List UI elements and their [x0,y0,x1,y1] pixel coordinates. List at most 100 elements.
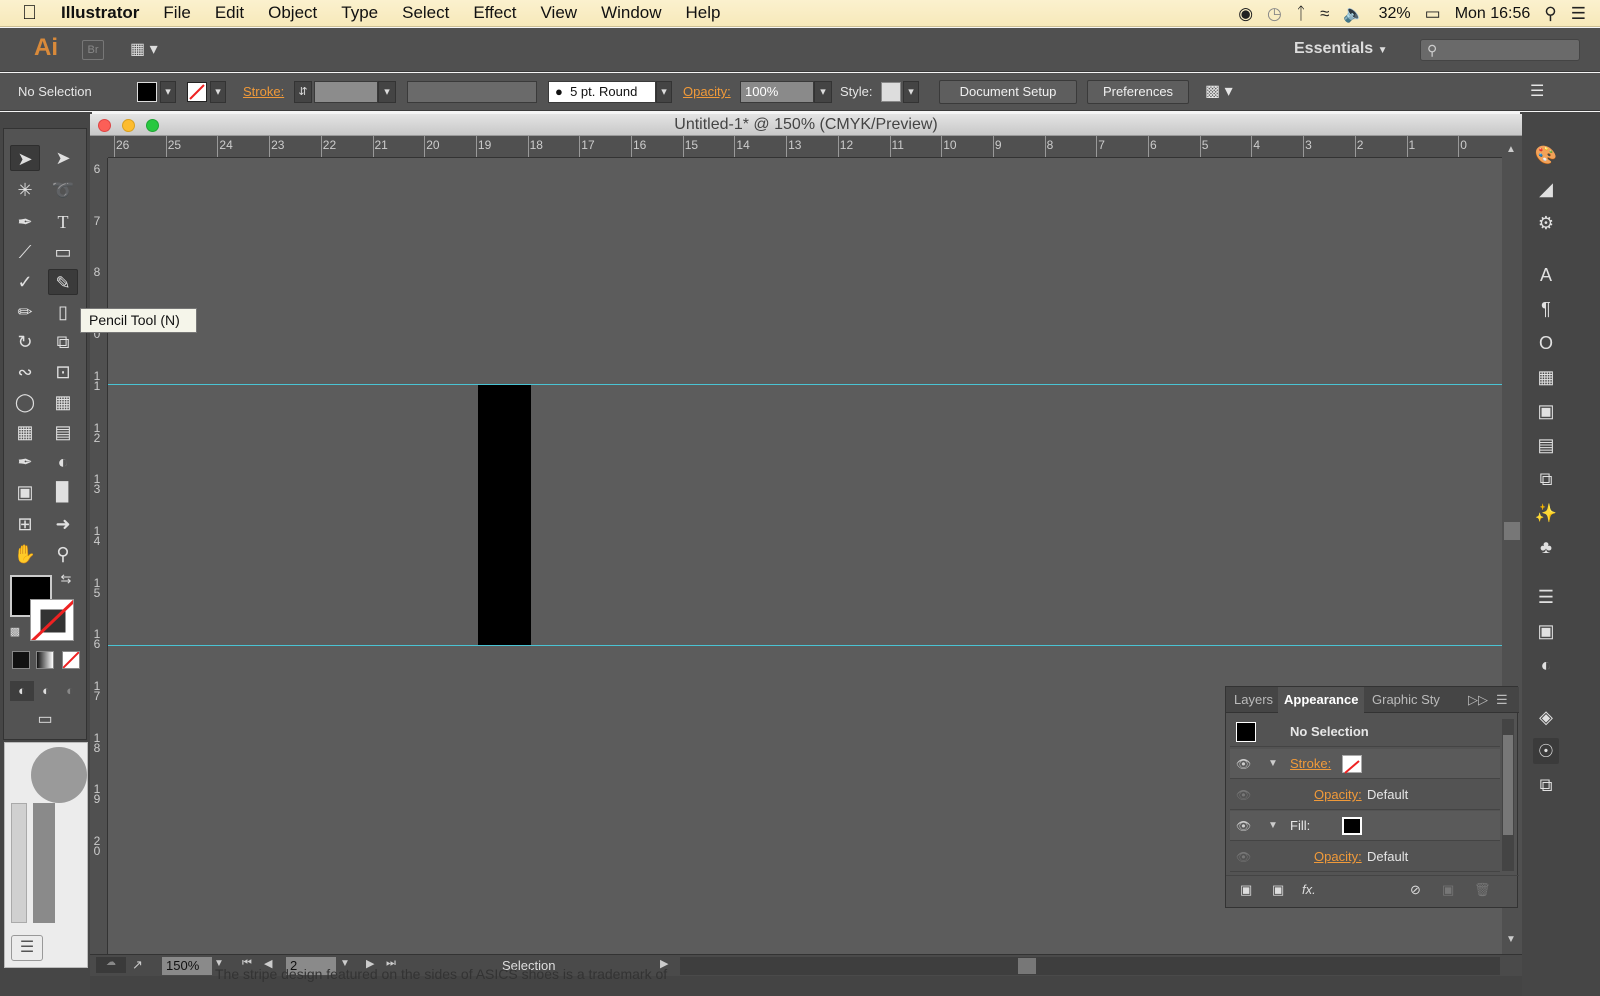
draw-behind-icon[interactable]: ◐ [34,681,58,701]
direct-selection-tool-icon[interactable]: ➤ [48,145,78,171]
apple-menu-icon[interactable]:  [0,2,49,25]
visibility-eye-icon[interactable]: 👁 [1236,749,1256,779]
fill-dropdown[interactable]: ▾ [160,81,176,103]
horizontal-guide[interactable] [108,384,1502,385]
opentype-icon[interactable]: O [1533,330,1559,356]
stroke-dropdown[interactable]: ▾ [210,81,226,103]
graphic-style-swatch[interactable] [881,82,901,102]
default-colors-icon[interactable]: ▩ [6,623,24,641]
pencil-tool-icon[interactable]: ✎ [48,269,78,295]
workspace-switcher[interactable]: Essentials ▼ [1294,40,1388,58]
hand-tool-icon[interactable]: ✋ [10,541,40,567]
tab-layers[interactable]: Layers [1234,687,1273,713]
panel-scroll-thumb[interactable] [1503,735,1513,835]
expand-panel-icon[interactable]: ▷▷ [1468,687,1488,713]
gradient-tool-icon[interactable]: ▤ [48,419,78,445]
panel-menu-icon[interactable]: ☰ [1530,82,1544,102]
disclosure-triangle-icon[interactable]: ▼ [1268,811,1278,841]
document-title-bar[interactable]: Untitled-1* @ 150% (CMYK/Preview) [90,114,1522,136]
free-transform-tool-icon[interactable]: ⊡ [48,359,78,385]
symbols-icon[interactable]: ♣ [1533,534,1559,560]
menu-help[interactable]: Help [674,3,733,23]
add-stroke-icon[interactable]: ▣ [1240,882,1252,898]
list-menu-icon[interactable]: ☰ [11,935,43,961]
draw-normal-icon[interactable]: ◐ [10,681,34,701]
rectangle-tool-icon[interactable]: ▭ [48,239,78,265]
stroke-weight-stepper[interactable]: ⇵ [294,81,312,103]
selection-tool-icon[interactable]: ➤ [10,145,40,171]
fill-label[interactable]: Fill: [1290,811,1310,841]
kuler-icon[interactable]: ⚙ [1533,210,1559,236]
fill-opacity-row[interactable]: 👁 Opacity: Default [1230,842,1500,872]
magic-wand-tool-icon[interactable]: ✳ [10,177,40,203]
bridge-button[interactable]: Br [82,40,104,60]
preferences-button[interactable]: Preferences [1087,80,1189,104]
isolate-icon[interactable]: ▩ ▾ [1205,82,1233,102]
close-window-button[interactable] [98,119,111,132]
scroll-up-icon[interactable]: ▲ [1506,144,1516,155]
character-icon[interactable]: A [1533,262,1559,288]
eyedropper-tool-icon[interactable]: ✒ [10,449,40,475]
color-guide-icon[interactable]: ◢ [1533,176,1559,202]
fill-black-swatch[interactable] [1342,817,1362,835]
document-setup-button[interactable]: Document Setup [939,80,1077,104]
stroke-panel-icon[interactable]: ☰ [1533,584,1559,610]
stroke-opacity-row[interactable]: 👁 Opacity: Default [1230,780,1500,810]
wifi-icon[interactable]: ≈ [1320,4,1329,24]
artboards-panel-icon[interactable]: ⧉ [1533,772,1559,798]
appearance-panel-icon[interactable]: ☉ [1533,738,1559,764]
column-graph-tool-icon[interactable]: ▉ [48,479,78,505]
fill-swatch[interactable] [137,82,157,102]
shape-builder-tool-icon[interactable]: ◯ [10,389,40,415]
transform-icon[interactable]: ▣ [1533,398,1559,424]
bluetooth-icon[interactable]: ᛏ [1296,4,1306,24]
spotlight-icon[interactable]: ⚲ [1544,4,1556,24]
scroll-down-icon[interactable]: ▼ [1506,934,1516,945]
color-mode-button[interactable] [12,651,30,669]
scale-tool-icon[interactable]: ⧉ [48,329,78,355]
line-tool-icon[interactable]: ⟋ [10,239,40,265]
h-scroll-thumb[interactable] [1018,958,1036,974]
panel-scrollbar[interactable] [1502,719,1514,871]
delete-item-icon[interactable]: 🗑 [1474,882,1491,898]
add-effect-icon[interactable]: fx. [1302,882,1316,897]
gradient-panel-icon[interactable]: ▣ [1533,618,1559,644]
style-dropdown[interactable]: ▾ [903,81,919,103]
minimize-window-button[interactable] [122,119,135,132]
symbol-sprayer-tool-icon[interactable]: ▣ [10,479,40,505]
eraser-tool-icon[interactable]: ▯ [48,299,78,325]
variable-width-profile[interactable] [407,81,537,103]
stroke-weight-field[interactable] [314,81,378,103]
stroke-color-swatch[interactable] [30,599,74,641]
transparency-icon[interactable]: ◐ [1533,652,1559,678]
stroke-swatch[interactable] [187,82,207,102]
clear-appearance-icon[interactable]: ⊘ [1410,882,1421,898]
zoom-tool-icon[interactable]: ⚲ [48,541,78,567]
blob-brush-tool-icon[interactable]: ✏ [10,299,40,325]
tab-graphic-styles[interactable]: Graphic Sty [1372,687,1446,713]
align-icon[interactable]: ▤ [1533,432,1559,458]
visibility-eye-icon[interactable]: 👁 [1236,842,1256,872]
mesh-tool-icon[interactable]: ▦ [10,419,40,445]
stroke-weight-dropdown[interactable]: ▾ [378,81,396,103]
horizontal-guide[interactable] [108,645,1502,646]
draw-inside-icon[interactable]: ◐ [58,681,82,701]
menu-edit[interactable]: Edit [203,3,256,23]
clock[interactable]: Mon 16:56 [1455,5,1531,23]
brushes-icon[interactable]: ✨ [1533,500,1559,526]
stroke-opacity-link[interactable]: Opacity: [1314,780,1362,810]
horizontal-ruler[interactable]: 26 25 24 23 22 21 20 19 18 17 16 15 14 13 12 11 10 9 8 7 6 5 4… [108,135,1502,158]
tab-appearance[interactable]: Appearance [1278,687,1365,713]
stroke-none-swatch[interactable] [1342,755,1362,774]
scroll-thumb[interactable] [1504,522,1520,540]
panel-menu-icon[interactable]: ☰ [1496,687,1508,713]
slice-tool-icon[interactable]: ➜ [48,511,78,537]
brush-dropdown[interactable]: ▾ [656,81,672,103]
duplicate-item-icon[interactable]: ▣ [1442,882,1454,898]
disclosure-triangle-icon[interactable]: ▼ [1268,749,1278,779]
stroke-link[interactable]: Stroke: [1290,749,1331,779]
app-menu[interactable]: Illustrator [49,3,151,23]
lasso-tool-icon[interactable]: ➰ [48,177,78,203]
type-tool-icon[interactable]: T [48,209,78,235]
opacity-label[interactable]: Opacity: [683,82,731,102]
